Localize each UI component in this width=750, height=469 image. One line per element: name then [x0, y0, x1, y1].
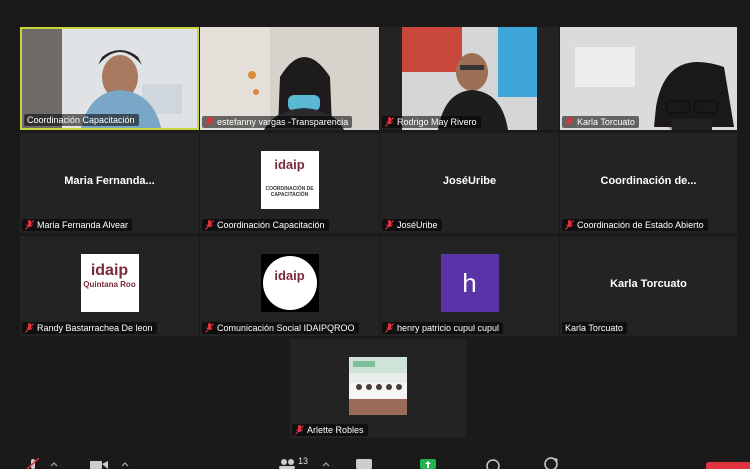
- microphone-muted-icon[interactable]: [26, 457, 40, 469]
- video-tile-9[interactable]: idaip Quintana Roo Randy Bastarrachea De…: [20, 236, 199, 336]
- participant-video-4: [560, 27, 737, 130]
- chevron-up-icon[interactable]: [121, 461, 129, 467]
- participant-label: Maria Fernanda Alvear: [22, 219, 133, 231]
- participant-display-name: JoséUribe: [442, 175, 497, 187]
- microphone-muted-icon: [25, 220, 34, 230]
- video-tile-11[interactable]: h henry patricio cupul cupul: [380, 236, 559, 336]
- idaip-logo: idaip Quintana Roo: [80, 254, 139, 312]
- microphone-muted-icon: [565, 220, 574, 230]
- microphone-muted-icon: [385, 323, 394, 333]
- idaip-logo: idaip: [260, 254, 319, 312]
- participant-video-3: [380, 27, 559, 130]
- participant-label: Coordinación Capacitación: [24, 114, 139, 126]
- video-tile-4[interactable]: Karla Torcuato: [560, 27, 737, 130]
- microphone-muted-icon: [205, 117, 214, 127]
- microphone-muted-icon: [205, 220, 214, 230]
- participant-label: Arlette Robles: [292, 424, 368, 436]
- idaip-logo: idaip COORDINACIÓN DE CAPACITACIÓN: [260, 151, 319, 209]
- record-icon[interactable]: [486, 459, 500, 469]
- participant-label: Comunicación Social IDAIPQROO: [202, 322, 359, 334]
- video-tile-1[interactable]: Coordinación Capacitación: [20, 27, 199, 130]
- microphone-muted-icon: [385, 117, 394, 127]
- video-tile-13[interactable]: Arlette Robles: [290, 339, 466, 438]
- participant-label: Coordinación de Estado Abierto: [562, 219, 708, 231]
- participant-label: henry patricio cupul cupul: [382, 322, 504, 334]
- microphone-muted-icon: [205, 323, 214, 333]
- video-tile-3[interactable]: Rodrigo May Rivero: [380, 27, 559, 130]
- meeting-toolbar: 13: [0, 455, 750, 469]
- microphone-muted-icon: [295, 425, 304, 435]
- participant-display-name: Maria Fernanda...: [64, 175, 155, 187]
- reactions-icon[interactable]: [544, 457, 560, 469]
- video-camera-icon[interactable]: [90, 459, 108, 469]
- participant-display-name: Karla Torcuato: [610, 278, 687, 290]
- participant-video-2: [200, 27, 379, 130]
- video-tile-10[interactable]: idaip Comunicación Social IDAIPQROO: [200, 236, 379, 336]
- video-tile-7[interactable]: JoséUribe JoséUribe: [380, 133, 559, 233]
- chat-icon[interactable]: [356, 459, 372, 469]
- video-tile-8[interactable]: Coordinación de... Coordinación de Estad…: [560, 133, 737, 233]
- video-tile-5[interactable]: Maria Fernanda... Maria Fernanda Alvear: [20, 133, 199, 233]
- chevron-up-icon[interactable]: [322, 461, 330, 467]
- participant-display-name: Coordinación de...: [600, 175, 697, 187]
- video-tile-2[interactable]: estefanny vargas -Transparencia: [200, 27, 379, 130]
- participants-count: 13: [298, 456, 309, 466]
- participant-label: Karla Torcuato: [562, 322, 627, 334]
- participant-label: Karla Torcuato: [562, 116, 639, 128]
- microphone-muted-icon: [25, 323, 34, 333]
- participant-label: estefanny vargas -Transparencia: [202, 116, 353, 128]
- participant-label: JoséUribe: [382, 219, 442, 231]
- end-meeting-button[interactable]: [706, 462, 750, 469]
- microphone-muted-icon: [565, 117, 574, 127]
- participants-icon[interactable]: [278, 458, 296, 469]
- chevron-up-icon[interactable]: [50, 461, 58, 467]
- microphone-muted-icon: [385, 220, 394, 230]
- share-screen-icon[interactable]: [420, 459, 436, 469]
- participant-label: Randy Bastarrachea De leon: [22, 322, 157, 334]
- video-tile-12[interactable]: Karla Torcuato Karla Torcuato: [560, 236, 737, 336]
- participant-photo: [349, 356, 407, 415]
- participant-label: Coordinación Capacitación: [202, 219, 329, 231]
- video-tile-6[interactable]: idaip COORDINACIÓN DE CAPACITACIÓN Coord…: [200, 133, 379, 233]
- participant-label: Rodrigo May Rivero: [382, 116, 481, 128]
- initial-avatar: h: [440, 254, 499, 312]
